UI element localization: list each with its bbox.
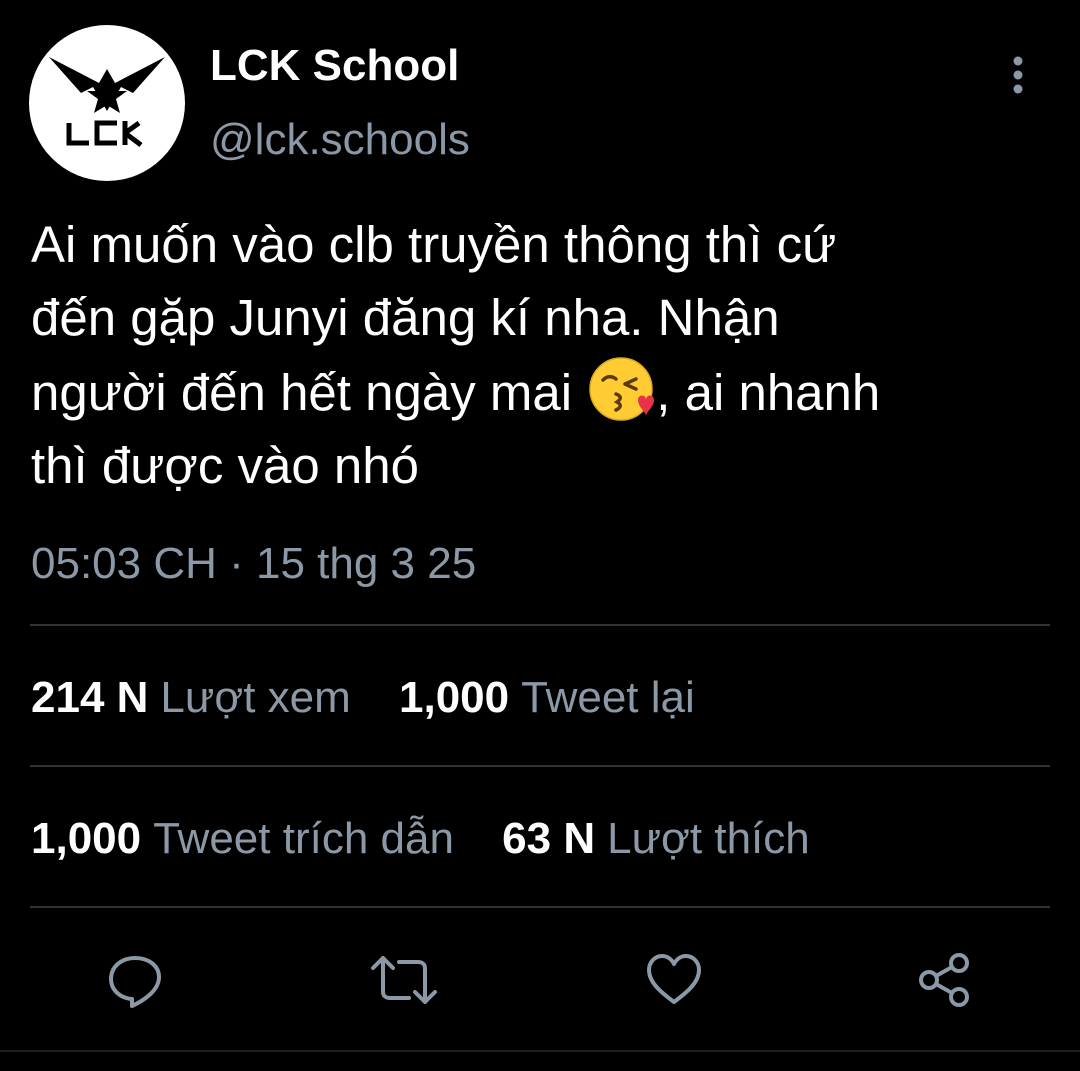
retweet-button[interactable]	[364, 940, 444, 1020]
retweet-icon	[371, 956, 437, 1004]
divider	[30, 765, 1050, 767]
comment-icon	[109, 956, 161, 1008]
likes-count: 63 N	[502, 814, 596, 863]
face-blowing-a-kiss-emoji	[586, 354, 656, 424]
likes-stat[interactable]: 63 N Lượt thích	[502, 814, 810, 863]
quotes-count: 1,000	[31, 814, 142, 863]
user-handle[interactable]: @lck.schools	[210, 112, 470, 168]
stats-row-1: 214 N Lượt xem 1,000 Tweet lại	[31, 670, 731, 726]
display-name[interactable]: LCK School	[210, 38, 459, 94]
action-bar	[0, 940, 1080, 1020]
lck-logo	[49, 57, 165, 147]
more-options-button[interactable]	[995, 52, 1041, 98]
bottom-divider	[0, 1050, 1080, 1052]
share-button[interactable]	[905, 940, 985, 1020]
views-label: Lượt xem	[160, 673, 351, 722]
tweet-text: Ai muốn vào clb truyền thông thì cứ đến …	[31, 208, 1061, 502]
stats-row-2: 1,000 Tweet trích dẫn 63 N Lượt thích	[31, 811, 846, 867]
like-button[interactable]	[634, 940, 714, 1020]
retweets-count: 1,000	[399, 673, 510, 722]
avatar[interactable]	[29, 25, 185, 181]
more-vertical-icon	[1013, 56, 1023, 94]
quotes-stat[interactable]: 1,000 Tweet trích dẫn	[31, 814, 454, 863]
heart-icon	[647, 954, 701, 1004]
quotes-label: Tweet trích dẫn	[153, 814, 454, 863]
reply-button[interactable]	[95, 940, 175, 1020]
views-count: 214 N	[31, 673, 149, 722]
likes-label: Lượt thích	[607, 814, 810, 863]
tweet-timestamp[interactable]: 05:03 CH · 15 thg 3 25	[31, 536, 476, 592]
views-stat: 214 N Lượt xem	[31, 673, 351, 722]
retweets-label: Tweet lại	[521, 673, 695, 722]
divider	[30, 906, 1050, 908]
retweets-stat[interactable]: 1,000 Tweet lại	[399, 673, 695, 722]
divider	[30, 624, 1050, 626]
share-icon	[919, 953, 969, 1007]
